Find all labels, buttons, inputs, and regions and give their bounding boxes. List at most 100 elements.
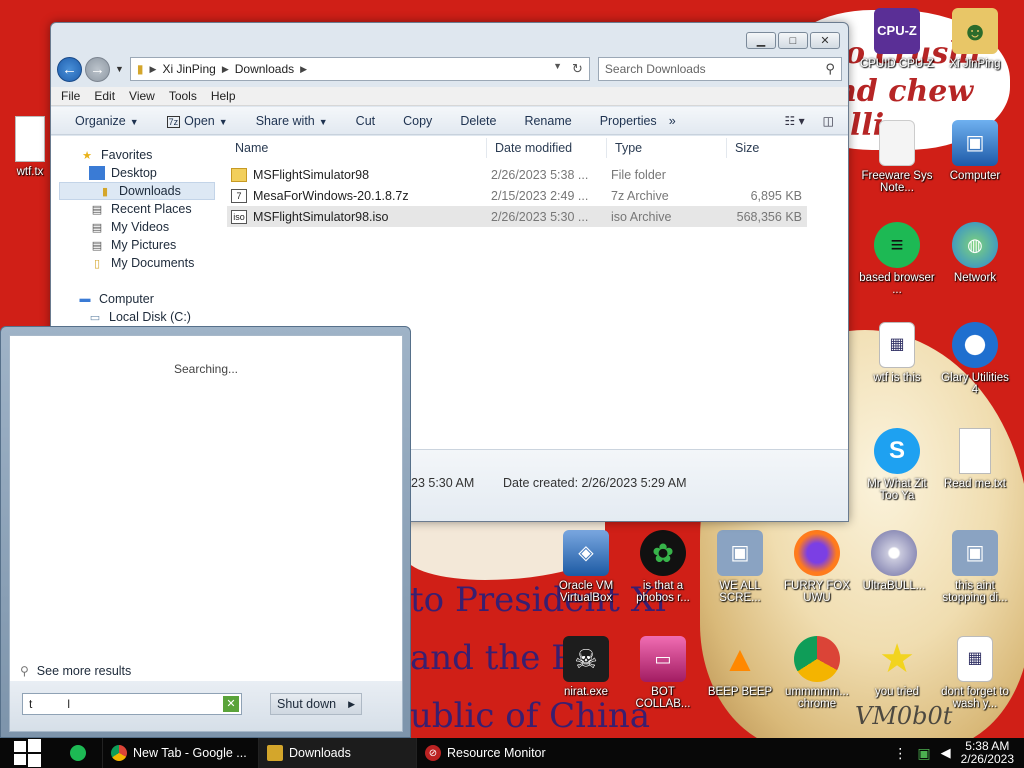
iso-icon: iso <box>231 209 247 224</box>
nav-local-disk[interactable]: ▭ Local Disk (C:) <box>51 308 217 326</box>
nav-favorites[interactable]: ★ Favorites <box>51 146 217 164</box>
chevron-right-icon[interactable]: ▶ <box>348 694 355 714</box>
file-row[interactable]: 7 MesaForWindows-20.1.8.7z 2/15/2023 2:49… <box>227 185 807 206</box>
taskbar-task-resource-monitor[interactable]: ⊘ Resource Monitor <box>416 738 574 768</box>
desktop-icon-network[interactable]: ◍ Network <box>937 222 1013 284</box>
start-button[interactable] <box>0 738 54 768</box>
desktop-icon-bot-collab[interactable]: ▭ BOT COLLAB... <box>625 636 701 710</box>
nav-my-videos[interactable]: ▤ My Videos <box>51 218 217 236</box>
back-button[interactable]: ← <box>57 56 82 82</box>
minimize-button[interactable]: ▁ <box>746 32 776 49</box>
desktop-icon-firefox[interactable]: FURRY FOX UWU <box>779 530 855 604</box>
preview-pane-icon[interactable]: ◫ <box>823 114 834 128</box>
shutdown-button[interactable]: Shut down ▶ <box>270 693 362 715</box>
copy-button[interactable]: Copy <box>403 114 432 128</box>
see-more-results-link[interactable]: ⚲ See more results <box>20 664 131 678</box>
breadcrumb-item[interactable]: Xi JinPing <box>162 62 215 76</box>
desktop-icon-we-all-scream[interactable]: ▣ WE ALL SCRE... <box>702 530 778 604</box>
breadcrumb-item[interactable]: Downloads <box>235 62 294 76</box>
text-file-icon <box>959 428 991 474</box>
network-status-icon[interactable]: ▣ <box>917 745 930 762</box>
chevron-right-icon: ▶ <box>221 63 229 74</box>
file-row[interactable]: MSFlightSimulator98 2/26/2023 5:38 ... F… <box>227 164 807 185</box>
clear-search-icon[interactable]: ✕ <box>223 696 239 712</box>
search-input[interactable]: Search Downloads ⚲ <box>597 57 842 81</box>
properties-button[interactable]: Properties <box>600 114 657 128</box>
volume-icon[interactable]: ◀ <box>941 745 951 761</box>
start-menu-results: Searching... ⚲ See more results t I ✕ Sh… <box>9 335 403 732</box>
menu-tools[interactable]: Tools <box>169 89 197 103</box>
notes-icon <box>879 120 915 166</box>
computer-icon: ▣ <box>717 530 763 576</box>
desktop-icon-wtf-is-this[interactable]: ▦ wtf is this <box>859 322 935 384</box>
open-button[interactable]: 7z Open ▼ <box>166 114 228 128</box>
start-search-input[interactable]: t I ✕ <box>22 693 242 715</box>
menu-view[interactable]: View <box>129 89 155 103</box>
desktop-icon-dont-forget[interactable]: ▦ dont forget to wash y... <box>937 636 1013 710</box>
desktop-icon-virtualbox[interactable]: ◈ Oracle VM VirtualBox <box>548 530 624 604</box>
nav-recent-places[interactable]: ▤ Recent Places <box>51 200 217 218</box>
desktop-icon-skype[interactable]: S Mr What Zit Too Ya <box>859 428 935 502</box>
folder-icon <box>231 167 247 182</box>
column-type[interactable]: Type <box>607 138 727 158</box>
taskbar-task-downloads[interactable]: Downloads <box>258 738 416 768</box>
share-with-button[interactable]: Share with ▼ <box>256 114 328 128</box>
desktop-icon-you-tried[interactable]: ★ you tried <box>859 636 935 698</box>
file-list: Name Date modified Type Size MSFlightSim… <box>227 136 807 227</box>
desktop-icon-ultrabull[interactable]: UltraBULL... <box>856 530 932 592</box>
more-tray-icon[interactable]: ⋮ <box>893 745 907 762</box>
view-options-icon[interactable]: ☷ ▾ <box>785 114 805 128</box>
forward-button[interactable]: → <box>85 56 110 82</box>
address-bar[interactable]: ▮ ▶ Xi JinPing ▶ Downloads ▶ ▼ ↻ <box>129 57 590 81</box>
desktop-icon-this-aint-stopping[interactable]: ▣ this aint stopping di... <box>937 530 1013 604</box>
nav-my-documents[interactable]: ▯ My Documents <box>51 254 217 272</box>
delete-button[interactable]: Delete <box>460 114 496 128</box>
column-name[interactable]: Name <box>227 138 487 158</box>
nav-desktop[interactable]: Desktop <box>51 164 217 182</box>
chevron-down-icon[interactable]: ▼ <box>553 61 562 77</box>
desktop-icon-freeware-notes[interactable]: Freeware Sys Note... <box>859 120 935 194</box>
desktop-icon-based-browser[interactable]: ≡ based browser ... <box>859 222 935 296</box>
desktop-icon-cpu-z[interactable]: CPU-Z CPUID CPU-Z <box>859 8 935 70</box>
recent-pages-icon[interactable]: ▼ <box>115 64 124 74</box>
desktop-icon-icq[interactable]: ✿ is that a phobos r... <box>625 530 701 604</box>
close-button[interactable]: ✕ <box>810 32 840 49</box>
cpu-z-icon: CPU-Z <box>874 8 920 54</box>
window-file-icon: ▦ <box>879 322 915 368</box>
nav-my-pictures[interactable]: ▤ My Pictures <box>51 236 217 254</box>
date-modified-value: 23 5:30 AM <box>411 476 475 490</box>
menu-help[interactable]: Help <box>211 89 236 103</box>
nav-computer[interactable]: ▬ Computer <box>51 290 217 308</box>
column-size[interactable]: Size <box>727 138 802 158</box>
desktop-icon-read-me[interactable]: Read me.txt <box>937 428 1013 490</box>
title-bar[interactable]: ▁ □ ✕ <box>51 23 848 53</box>
menu-file[interactable]: File <box>61 89 80 103</box>
desktop-icon-computer[interactable]: ▣ Computer <box>937 120 1013 182</box>
taskbar-pinned-browser[interactable] <box>54 738 102 768</box>
taskbar-task-chrome[interactable]: New Tab - Google ... <box>102 738 258 768</box>
nav-downloads[interactable]: ▮ Downloads <box>59 182 215 200</box>
cut-button[interactable]: Cut <box>356 114 375 128</box>
clock[interactable]: 5:38 AM 2/26/2023 <box>961 740 1014 766</box>
organize-button[interactable]: Organize ▼ <box>75 114 139 128</box>
searching-status: Searching... <box>173 362 239 376</box>
file-row[interactable]: iso MSFlightSimulator98.iso 2/26/2023 5:3… <box>227 206 807 227</box>
desktop-icon-glary-utilities[interactable]: Glary Utilities 4 <box>937 322 1013 396</box>
desktop-icon-chrome[interactable]: ummmmm... chrome <box>779 636 855 710</box>
refresh-icon[interactable]: ↻ <box>572 61 583 77</box>
chevron-down-icon: ▼ <box>218 116 228 127</box>
rename-button[interactable]: Rename <box>524 114 571 128</box>
maximize-button[interactable]: □ <box>778 32 808 49</box>
virtualbox-icon: ◈ <box>563 530 609 576</box>
icq-icon: ✿ <box>640 530 686 576</box>
chevron-right-icon: ▶ <box>149 63 157 74</box>
chevron-right-icon: ▶ <box>300 63 308 74</box>
column-date-modified[interactable]: Date modified <box>487 138 607 158</box>
desktop-icon-user-folder[interactable]: ☻ Xi JinPing <box>937 8 1013 70</box>
desktop-icon-vlc[interactable]: ▲ BEEP BEEP <box>702 636 778 699</box>
search-icon[interactable]: ⚲ <box>825 61 835 77</box>
desktop-icon-nirat[interactable]: ☠ nirat.exe <box>548 636 624 698</box>
wallpaper-text: nd chew <box>835 74 974 109</box>
menu-edit[interactable]: Edit <box>94 89 115 103</box>
more-commands-icon[interactable]: » <box>669 114 676 128</box>
